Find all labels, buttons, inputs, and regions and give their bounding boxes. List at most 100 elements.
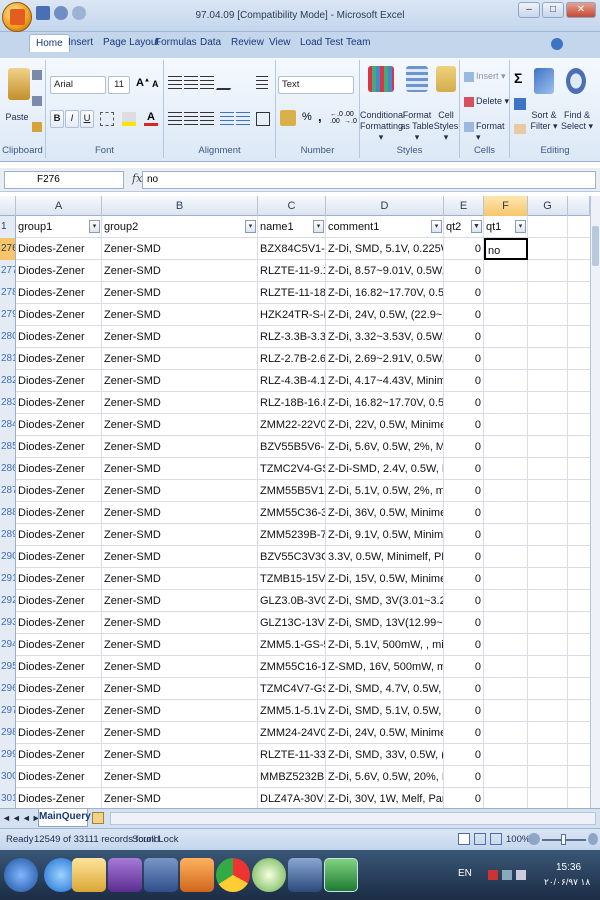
header-cell-name1[interactable]: name1 ▾ bbox=[258, 216, 326, 238]
cell-a[interactable]: Diodes-Zener bbox=[16, 436, 102, 458]
sort-filter-button[interactable]: Sort & Filter ▾ bbox=[528, 110, 560, 132]
cell-f[interactable] bbox=[484, 744, 528, 766]
cell-b[interactable]: Zener-SMD bbox=[102, 502, 258, 524]
currency-icon[interactable] bbox=[280, 110, 296, 126]
cell-c[interactable]: RLZ-3.3B-3.32~3 bbox=[258, 326, 326, 348]
underline-button[interactable]: U bbox=[80, 110, 94, 128]
clock-time[interactable]: 15:36 bbox=[556, 862, 581, 873]
app-icon[interactable] bbox=[252, 858, 286, 892]
cell-b[interactable]: Zener-SMD bbox=[102, 414, 258, 436]
cell-b[interactable]: Zener-SMD bbox=[102, 238, 258, 260]
flag-icon[interactable] bbox=[502, 870, 512, 880]
cell-e[interactable]: 0 bbox=[444, 414, 484, 436]
cell-d[interactable]: Z-SMD, 16V, 500mW, minimel bbox=[326, 656, 444, 678]
cell-f[interactable] bbox=[484, 414, 528, 436]
cell-c[interactable]: BZX84C5V1-5.1V bbox=[258, 238, 326, 260]
cell-c[interactable]: ZMM5239B-7-9.1 bbox=[258, 524, 326, 546]
conditional-formatting-icon[interactable] bbox=[368, 66, 394, 92]
formula-input[interactable]: no bbox=[142, 171, 596, 189]
cell-b[interactable]: Zener-SMD bbox=[102, 546, 258, 568]
header-cell-comment1[interactable]: comment1 ▾ bbox=[326, 216, 444, 238]
cell-f[interactable] bbox=[484, 700, 528, 722]
cell-e[interactable]: 0 bbox=[444, 348, 484, 370]
filter-dropdown-icon[interactable]: ▾ bbox=[313, 220, 324, 233]
scroll-thumb[interactable] bbox=[592, 226, 599, 266]
find-select-icon[interactable] bbox=[566, 68, 586, 94]
disk-app-icon[interactable] bbox=[288, 858, 322, 892]
filter-active-icon[interactable]: ▼ bbox=[471, 220, 482, 233]
cell-f[interactable] bbox=[484, 480, 528, 502]
cell-c[interactable]: MMBZ5232BLT1-5 bbox=[258, 766, 326, 788]
cell-a[interactable]: Diodes-Zener bbox=[16, 524, 102, 546]
cell-f[interactable] bbox=[484, 502, 528, 524]
row-header[interactable]: 299 bbox=[0, 744, 16, 766]
view-page-layout-icon[interactable] bbox=[474, 833, 486, 845]
cell-e[interactable]: 0 bbox=[444, 392, 484, 414]
cell-d[interactable]: Z-Di, 15V, 0.5W, Minimelf, 2%, bbox=[326, 568, 444, 590]
cell-c[interactable]: ZMM55C36-36V0 bbox=[258, 502, 326, 524]
cell-e[interactable]: 0 bbox=[444, 700, 484, 722]
cell-e[interactable]: 0 bbox=[444, 568, 484, 590]
row-header[interactable]: 296 bbox=[0, 678, 16, 700]
cell-a[interactable]: Diodes-Zener bbox=[16, 392, 102, 414]
row-header[interactable]: 301 bbox=[0, 788, 16, 808]
font-color-icon[interactable]: A bbox=[144, 112, 158, 126]
zoom-out-icon[interactable] bbox=[528, 833, 540, 845]
cell-g[interactable] bbox=[528, 436, 568, 458]
row-header[interactable]: 284 bbox=[0, 414, 16, 436]
row-header[interactable]: 293 bbox=[0, 612, 16, 634]
cell-a[interactable]: Diodes-Zener bbox=[16, 304, 102, 326]
cell-e[interactable]: 0 bbox=[444, 788, 484, 808]
cell-f[interactable] bbox=[484, 656, 528, 678]
cell-c[interactable]: ZMM55B5V1-5.1V bbox=[258, 480, 326, 502]
cell-a[interactable]: Diodes-Zener bbox=[16, 722, 102, 744]
volume-icon[interactable] bbox=[516, 870, 526, 880]
cell-g[interactable] bbox=[528, 304, 568, 326]
cell-e[interactable]: 0 bbox=[444, 722, 484, 744]
cell-a[interactable]: Diodes-Zener bbox=[16, 480, 102, 502]
clock-date[interactable]: ۲۰/۰۶/۹۷ ۱۸ bbox=[544, 877, 590, 888]
header-cell-group1[interactable]: group1 ▾ bbox=[16, 216, 102, 238]
row-header[interactable]: 292 bbox=[0, 590, 16, 612]
format-button[interactable]: Format ▾ bbox=[476, 121, 510, 143]
cell-c[interactable]: ZMM5.1-5.1V0.5V bbox=[258, 700, 326, 722]
cut-icon[interactable] bbox=[32, 70, 42, 80]
fill-icon[interactable] bbox=[514, 98, 526, 110]
conditional-formatting-button[interactable]: Conditional Formatting ▾ bbox=[360, 110, 405, 143]
insert-function-icon[interactable]: fx bbox=[132, 172, 142, 185]
cell-f[interactable] bbox=[484, 612, 528, 634]
cell-styles-button[interactable]: Cell Styles ▾ bbox=[432, 110, 460, 143]
cell-e[interactable]: 0 bbox=[444, 436, 484, 458]
cell-g[interactable] bbox=[528, 458, 568, 480]
cell-c[interactable]: RLZ-2.7B-2.69~2 bbox=[258, 348, 326, 370]
view-normal-icon[interactable] bbox=[458, 833, 470, 845]
cell-b[interactable]: Zener-SMD bbox=[102, 370, 258, 392]
tab-data[interactable]: Data bbox=[200, 37, 221, 48]
cell-f[interactable] bbox=[484, 678, 528, 700]
cell-g[interactable] bbox=[528, 722, 568, 744]
horizontal-scrollbar[interactable] bbox=[110, 812, 596, 825]
cell-f[interactable] bbox=[484, 634, 528, 656]
bold-button[interactable]: B bbox=[50, 110, 64, 128]
row-header[interactable]: 288 bbox=[0, 502, 16, 524]
cell-d[interactable]: Z-Di, 3.32~3.53V, 0.5W, Minim bbox=[326, 326, 444, 348]
row-header[interactable]: 286 bbox=[0, 458, 16, 480]
delete-button[interactable]: Delete ▾ bbox=[476, 96, 510, 107]
column-header-g[interactable]: G bbox=[528, 196, 568, 216]
sheet-tab-mainquery[interactable]: MainQuery bbox=[38, 809, 91, 827]
cell-d[interactable]: Z-Di, 5.1V, 0.5W, 2%, minimelf bbox=[326, 480, 444, 502]
chrome-icon[interactable] bbox=[216, 858, 250, 892]
cell-b[interactable]: Zener-SMD bbox=[102, 678, 258, 700]
cell-a[interactable]: Diodes-Zener bbox=[16, 656, 102, 678]
cell-d[interactable]: Z-Di, 22V, 0.5W, Minimelf, ITT, bbox=[326, 414, 444, 436]
tab-team[interactable]: Team bbox=[346, 37, 370, 48]
cell-b[interactable]: Zener-SMD bbox=[102, 436, 258, 458]
row-header[interactable]: 297 bbox=[0, 700, 16, 722]
copy-icon[interactable] bbox=[32, 96, 42, 106]
cell-f[interactable] bbox=[484, 304, 528, 326]
cell-g[interactable] bbox=[528, 568, 568, 590]
align-bottom-icon[interactable] bbox=[200, 76, 214, 90]
row-header[interactable]: 294 bbox=[0, 634, 16, 656]
column-header-c[interactable]: C bbox=[258, 196, 326, 216]
cell-d[interactable]: Z-Di, 9.1V, 0.5W, Minimelf, DIC bbox=[326, 524, 444, 546]
